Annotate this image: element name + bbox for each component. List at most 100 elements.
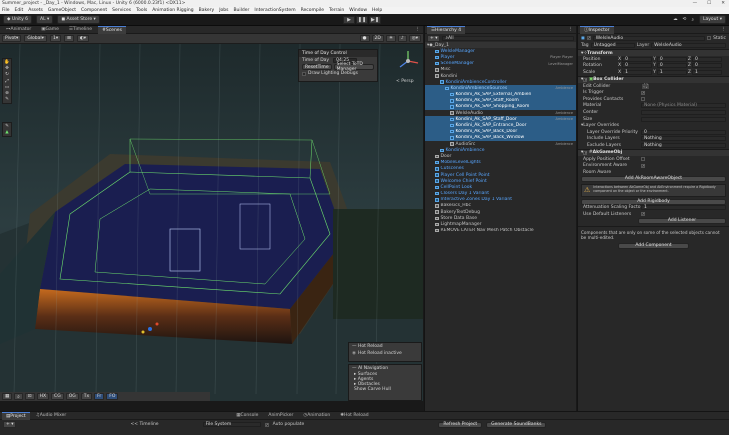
create-button[interactable]: + ▾ — [427, 34, 441, 42]
menu-item[interactable]: Animation Rigging — [152, 8, 193, 13]
static-checkbox[interactable] — [707, 36, 712, 40]
layer-overrides-row[interactable]: ▾ Layer Overrides — [578, 122, 729, 129]
add-room-aware-button[interactable]: Add AkRoomAwareObject — [581, 175, 726, 182]
position-y-field[interactable]: 0 — [656, 56, 687, 62]
menu-item[interactable]: Assets — [28, 8, 43, 13]
search-tool[interactable]: ⌕ — [14, 393, 23, 400]
menu-item[interactable]: Jobs — [219, 8, 228, 13]
wrench-icon[interactable]: ✎ — [4, 124, 10, 129]
menu-item[interactable]: Builder — [233, 8, 249, 13]
persp-label[interactable]: < Persp — [396, 79, 414, 84]
layout-dropdown[interactable]: Layout ▾ — [698, 15, 726, 24]
box-collider-enabled[interactable]: ✓ — [583, 77, 588, 82]
frame-tool[interactable]: ⊡ — [24, 393, 35, 400]
2d-toggle[interactable]: 2D — [371, 35, 384, 42]
object-name-field[interactable]: WeIsleAudio — [592, 35, 706, 41]
rect-tool-icon[interactable]: ▭ — [4, 85, 10, 90]
refresh-project-button[interactable]: Refresh Project — [438, 421, 483, 428]
add-component-button[interactable]: Add Component — [618, 242, 689, 249]
tab-console[interactable]: ▦ Console — [232, 412, 262, 420]
close-icon[interactable]: ✕ — [721, 1, 725, 6]
pivot-dropdown[interactable]: Pivot ▾ — [2, 35, 22, 42]
menu-item[interactable]: GameObject — [48, 8, 76, 13]
inspector-menu-icon[interactable]: ⋮ — [722, 27, 729, 32]
tab-audio-mixer[interactable]: ♫ Audio Mixer — [32, 412, 71, 420]
menu-item[interactable]: Tools — [136, 8, 147, 13]
active-checkbox[interactable]: ✓ — [586, 36, 591, 40]
include-layers-dropdown[interactable]: Nothing — [641, 136, 726, 142]
attenuation-field[interactable]: 1 — [641, 205, 726, 211]
hierarchy-menu-icon[interactable]: ⋮ — [569, 27, 577, 32]
tab-hot-reload[interactable]: ✺ Hot Reload — [336, 412, 372, 420]
box-collider-header[interactable]: ▾ ✓ ▣ Box Collider — [578, 75, 729, 83]
menu-item[interactable]: Edit — [15, 8, 24, 13]
scale-y-field[interactable]: 1 — [656, 69, 687, 75]
scene-axis-gizmo[interactable] — [396, 49, 420, 73]
menu-item[interactable]: Help — [372, 8, 382, 13]
menu-item[interactable]: Window — [349, 8, 367, 13]
scene-btn-hx[interactable]: HX — [36, 393, 50, 400]
menu-item[interactable]: File — [2, 8, 10, 13]
global-dropdown[interactable]: Global ▾ — [24, 35, 47, 42]
gizmos-dropdown[interactable]: ◎ ▾ — [408, 35, 421, 42]
menu-item[interactable]: Bakery — [199, 8, 215, 13]
tab-scenes[interactable]: # Scenes — [98, 25, 126, 34]
tab-animpicker[interactable]: AnimPicker — [264, 412, 297, 420]
menu-item[interactable]: Component — [81, 8, 107, 13]
transform-tool-icon[interactable]: ⊕ — [4, 91, 10, 96]
scale-tool-icon[interactable]: ⤢ — [4, 78, 10, 84]
draw-debug-checkbox[interactable] — [302, 71, 306, 76]
account-button[interactable]: AL ▾ — [36, 15, 54, 24]
rotate-tool-icon[interactable]: ↻ — [4, 72, 10, 77]
provides-contacts-checkbox[interactable] — [641, 97, 645, 102]
custom-tool-icon[interactable]: ✎ — [4, 97, 10, 102]
play-button[interactable]: ▶ — [343, 15, 355, 24]
exclude-layers-dropdown[interactable]: Nothing — [641, 142, 726, 148]
reset-time-button[interactable]: ResetTime — [302, 64, 332, 70]
env-aware-checkbox[interactable]: ✓ — [641, 163, 645, 168]
menu-item[interactable]: Services — [112, 8, 131, 13]
scene-btn-fr[interactable]: Fr — [94, 393, 105, 400]
snap-settings-button[interactable]: ⊞ — [64, 35, 74, 42]
cloud-icon[interactable]: ☁ — [673, 17, 678, 22]
position-z-field[interactable]: 0 — [691, 56, 722, 62]
transform-header[interactable]: ▾ ⊹ Transform — [578, 49, 729, 56]
navmesh-icon[interactable]: ▲ — [4, 130, 10, 135]
project-create-button[interactable]: + ▾ — [3, 421, 17, 428]
akgameobj-header[interactable]: ▾ ✓ # AkGameObj — [578, 148, 729, 156]
edit-collider-button[interactable]: ⛶ — [641, 82, 651, 90]
scene-btn-cg[interactable]: CG — [51, 393, 64, 400]
fx-dropdown[interactable]: ◐ ▾ — [76, 35, 90, 42]
search-icon[interactable]: ⌕ — [691, 17, 694, 23]
grid-snap-field[interactable]: 1 ▾ — [49, 35, 62, 42]
maximize-icon[interactable]: ☐ — [707, 1, 711, 6]
scene-btn-og[interactable]: OG — [65, 393, 79, 400]
akgameobj-enabled[interactable]: ✓ — [583, 150, 588, 155]
tab-game[interactable]: ▣ Game — [37, 26, 63, 34]
menu-item[interactable]: Recompile — [301, 8, 324, 13]
select-todd-button[interactable]: Select ToTD Manager — [333, 62, 374, 72]
step-button[interactable]: ▶❚ — [369, 15, 381, 24]
rotation-y-field[interactable]: 0 — [656, 63, 687, 69]
menu-item[interactable]: Terrain — [329, 8, 344, 13]
lighting-toggle[interactable]: ☀ — [385, 35, 396, 42]
auto-populate-checkbox[interactable]: ✓ — [264, 422, 269, 427]
hierarchy-row[interactable]: REMOVE LATER Nav Mesh Patch Obstacle — [425, 228, 576, 234]
draw-mode-button[interactable]: ● — [359, 35, 370, 42]
scene-btn-fo[interactable]: FO — [106, 393, 119, 400]
rotation-x-field[interactable]: 0 — [622, 63, 653, 69]
move-tool-icon[interactable]: ✥ — [4, 66, 10, 71]
panel-menu-icon[interactable]: ⋮ — [416, 27, 424, 32]
priority-field[interactable]: 0 — [641, 129, 726, 135]
tab-inspector[interactable]: ⓘ Inspector — [580, 25, 614, 34]
tab-animation[interactable]: ◷ Animation — [299, 412, 334, 420]
tab-timeline[interactable]: ☰ Timeline — [65, 26, 96, 34]
add-listener-button[interactable]: Add Listener — [638, 217, 726, 224]
hierarchy-search-input[interactable]: ⌕ All — [442, 35, 574, 41]
hand-tool-icon[interactable]: ✋ — [4, 60, 10, 65]
layer-dropdown[interactable]: WeIsleAudio — [651, 43, 726, 48]
default-listeners-checkbox[interactable]: ✓ — [641, 212, 645, 217]
show-carve-hull[interactable]: Show Carve Hull — [349, 387, 421, 392]
minimize-icon[interactable]: — — [693, 1, 698, 6]
file-system-dropdown[interactable]: File System — [202, 422, 261, 427]
